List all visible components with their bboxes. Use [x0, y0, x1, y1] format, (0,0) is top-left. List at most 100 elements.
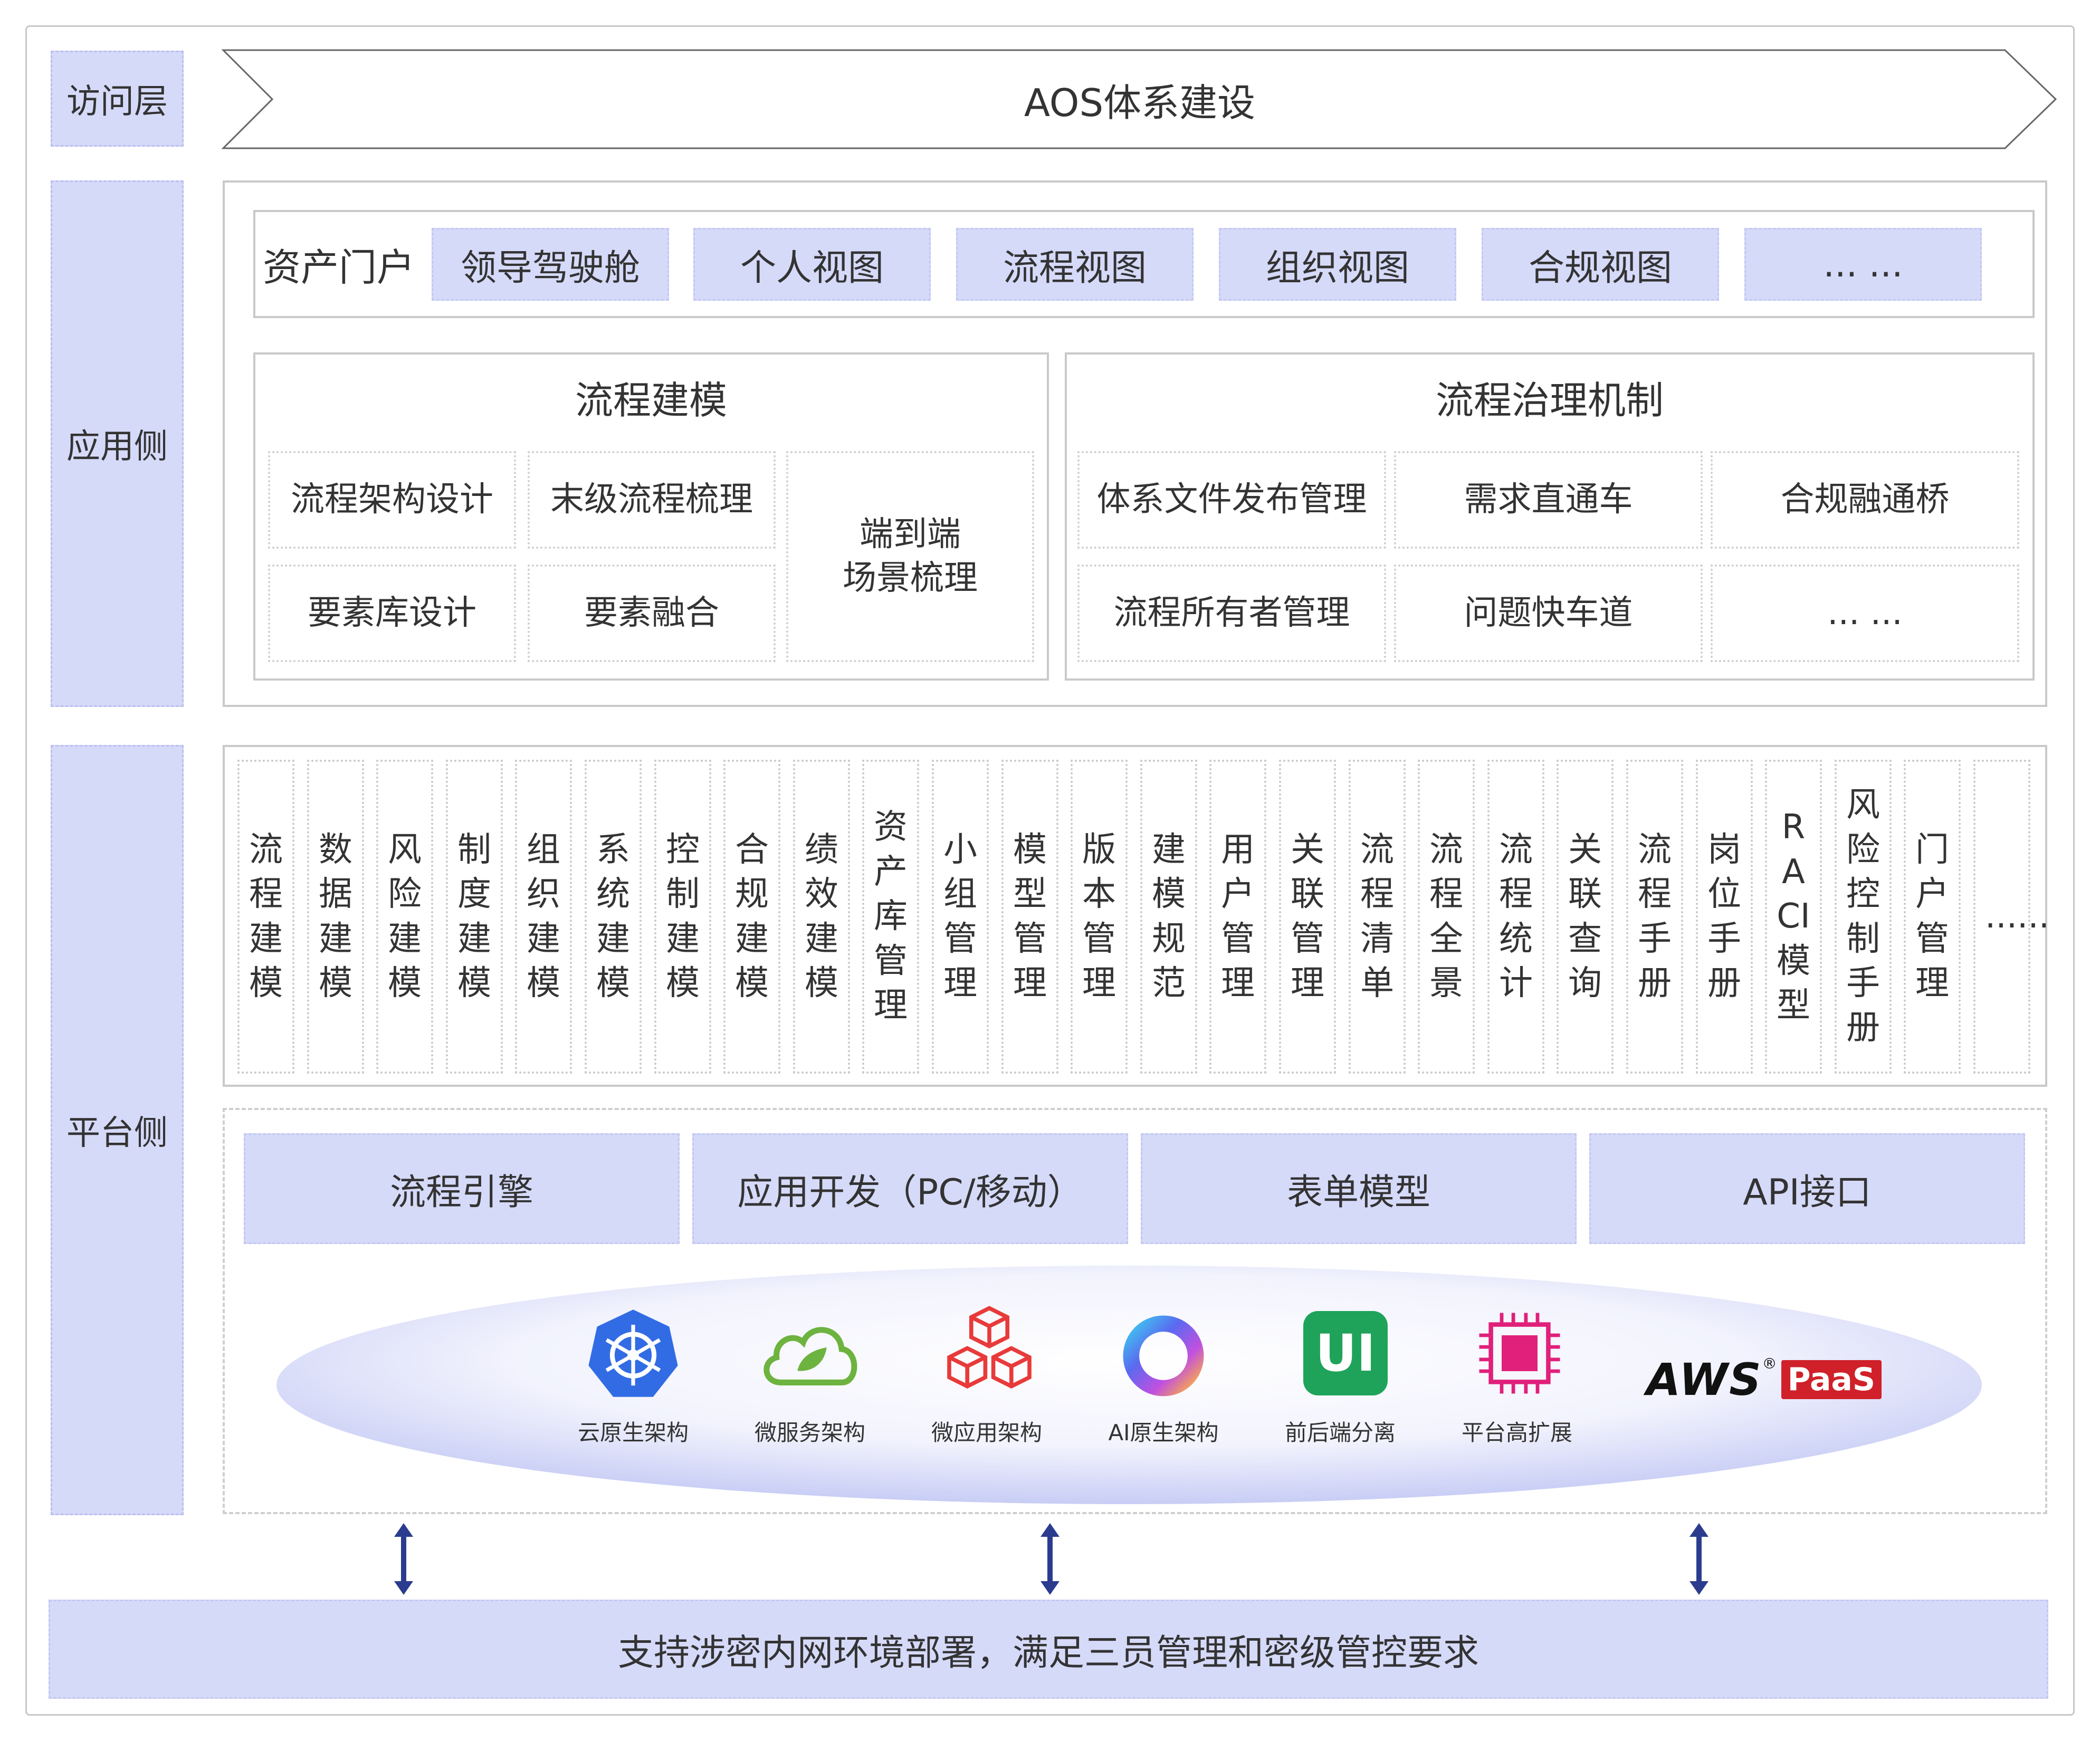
module-11[interactable]: 模型管理 [1001, 760, 1058, 1074]
module-label: 流程全景 [1429, 830, 1463, 1003]
module-8[interactable]: 绩效建模 [793, 760, 850, 1074]
tech-label-3: AI原生架构 [1108, 1420, 1219, 1446]
module-label: 关联查询 [1568, 830, 1602, 1003]
module-17[interactable]: 流程全景 [1418, 760, 1475, 1074]
module-label: 关联管理 [1291, 830, 1324, 1003]
module-label: 资产库管理 [874, 808, 908, 1026]
module-21[interactable]: 岗位手册 [1696, 760, 1753, 1074]
modeling-scene[interactable]: 端到端 场景梳理 [786, 451, 1034, 662]
module-22[interactable]: RACI模型 [1765, 760, 1822, 1074]
module-label: 建模规范 [1152, 830, 1186, 1003]
module-label: 绩效建模 [805, 830, 838, 1003]
module-4[interactable]: 组织建模 [515, 760, 572, 1074]
module-3[interactable]: 制度建模 [446, 760, 503, 1074]
layer-label-platform: 平台侧 [51, 745, 184, 1515]
module-label: 流程清单 [1360, 830, 1394, 1003]
module-label: 门户管理 [1915, 830, 1949, 1003]
module-label: 版本管理 [1082, 830, 1116, 1003]
module-9[interactable]: 资产库管理 [862, 760, 919, 1074]
layer-label-app: 应用侧 [51, 180, 184, 707]
governance-item-5[interactable]: ... ... [1711, 565, 2019, 662]
governance-item-1[interactable]: 需求直通车 [1394, 451, 1703, 549]
double-arrow-icon [394, 1523, 413, 1595]
double-arrow-icon [1689, 1523, 1708, 1595]
cubes-icon [947, 1306, 1032, 1389]
module-6[interactable]: 控制建模 [654, 760, 711, 1074]
aws-paas-logo: AWS ® PaaS [1646, 1351, 1882, 1409]
access-banner-title: AOS体系建设 [1024, 80, 1256, 125]
portal-chip-0[interactable]: 领导驾驶舱 [432, 228, 669, 301]
layer-label-access: 访问层 [51, 51, 184, 147]
module-5[interactable]: 系统建模 [585, 760, 642, 1074]
module-label: 流程建模 [249, 830, 283, 1003]
double-arrow-icon [1041, 1523, 1059, 1595]
module-14[interactable]: 用户管理 [1209, 760, 1266, 1074]
module-0[interactable]: 流程建模 [237, 760, 294, 1074]
module-18[interactable]: 流程统计 [1487, 760, 1544, 1074]
module-25[interactable]: ...... [1973, 760, 2050, 1074]
portal-chip-2[interactable]: 流程视图 [956, 228, 1194, 301]
portal-chip-1[interactable]: 个人视图 [693, 228, 931, 301]
module-label: 合规建模 [735, 830, 769, 1003]
module-label: RACI模型 [1777, 808, 1810, 1026]
modeling-item-3[interactable]: 要素融合 [528, 565, 776, 662]
modeling-item-1[interactable]: 末级流程梳理 [528, 451, 776, 549]
aws-logo-text: AWS [1646, 1354, 1762, 1405]
module-10[interactable]: 小组管理 [932, 760, 989, 1074]
ui-icon: UI [1303, 1311, 1388, 1395]
layer-label-app-text: 应用侧 [66, 427, 168, 466]
kubernetes-icon [588, 1309, 678, 1397]
portal-chip-5[interactable]: ... ... [1744, 228, 1982, 301]
footer-banner: 支持涉密内网环境部署，满足三员管理和密级管控要求 [49, 1600, 2048, 1699]
module-label: 风险建模 [388, 830, 422, 1003]
governance-item-2[interactable]: 合规融通桥 [1711, 451, 2019, 549]
module-13[interactable]: 建模规范 [1140, 760, 1197, 1074]
module-label: 系统建模 [596, 830, 630, 1003]
module-label: 小组管理 [943, 830, 977, 1003]
service-1[interactable]: 应用开发（PC/移动） [692, 1133, 1128, 1244]
modeling-item-2[interactable]: 要素库设计 [268, 565, 516, 662]
chip-icon [1479, 1313, 1560, 1394]
module-label: 风险控制手册 [1846, 786, 1880, 1048]
service-0[interactable]: 流程引擎 [244, 1133, 680, 1244]
module-label: ...... [1985, 897, 2050, 936]
module-label: 数据建模 [319, 830, 352, 1003]
module-23[interactable]: 风险控制手册 [1835, 760, 1892, 1074]
aws-logo-mark: ® [1762, 1355, 1777, 1372]
tech-label-4: 前后端分离 [1284, 1420, 1396, 1446]
module-label: 制度建模 [457, 830, 491, 1003]
module-label: 模型管理 [1013, 830, 1047, 1003]
module-20[interactable]: 流程手册 [1626, 760, 1683, 1074]
module-1[interactable]: 数据建模 [307, 760, 364, 1074]
module-16[interactable]: 流程清单 [1349, 760, 1406, 1074]
tech-label-0: 云原生架构 [577, 1420, 689, 1446]
aws-paas-badge: PaaS [1781, 1360, 1882, 1399]
spring-cloud-icon [763, 1327, 857, 1385]
governance-title: 流程治理机制 [1435, 378, 1664, 423]
service-3[interactable]: API接口 [1589, 1133, 2025, 1244]
portal-chip-4[interactable]: 合规视图 [1482, 228, 1719, 301]
module-label: 用户管理 [1221, 830, 1255, 1003]
tech-label-1: 微服务架构 [754, 1420, 865, 1446]
governance-item-3[interactable]: 流程所有者管理 [1077, 565, 1386, 662]
module-label: 岗位手册 [1707, 830, 1741, 1003]
portal-chip-3[interactable]: 组织视图 [1219, 228, 1456, 301]
module-label: 流程统计 [1499, 830, 1533, 1003]
module-label: 控制建模 [666, 830, 700, 1003]
tech-label-5: 平台高扩展 [1461, 1420, 1572, 1446]
module-label: 流程手册 [1638, 830, 1672, 1003]
governance-item-0[interactable]: 体系文件发布管理 [1077, 451, 1386, 549]
module-label: 组织建模 [527, 830, 560, 1003]
modeling-title: 流程建模 [575, 378, 727, 423]
governance-item-4[interactable]: 问题快车道 [1394, 565, 1703, 662]
portal-title: 资产门户 [263, 245, 415, 290]
service-2[interactable]: 表单模型 [1141, 1133, 1577, 1244]
tech-label-2: 微应用架构 [931, 1420, 1042, 1446]
module-2[interactable]: 风险建模 [376, 760, 433, 1074]
module-24[interactable]: 门户管理 [1904, 760, 1961, 1074]
module-7[interactable]: 合规建模 [723, 760, 780, 1074]
modeling-item-0[interactable]: 流程架构设计 [268, 451, 516, 549]
module-15[interactable]: 关联管理 [1279, 760, 1336, 1074]
module-12[interactable]: 版本管理 [1071, 760, 1128, 1074]
module-19[interactable]: 关联查询 [1557, 760, 1614, 1074]
